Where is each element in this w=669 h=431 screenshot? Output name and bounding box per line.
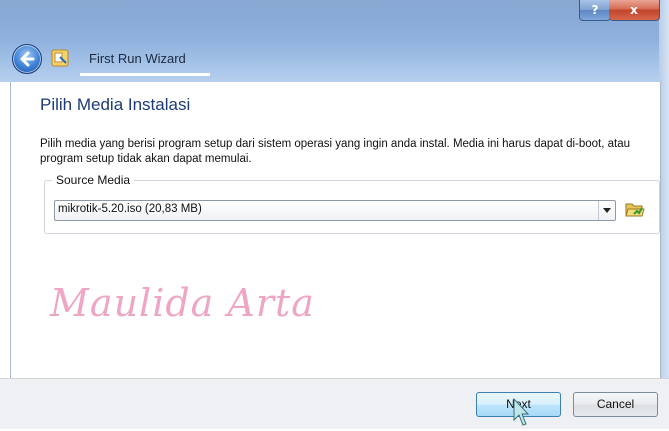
title-underline [80, 73, 210, 76]
source-media-legend: Source Media [52, 173, 135, 187]
help-button[interactable]: ? [579, 0, 611, 21]
page-description: Pilih media yang berisi program setup da… [40, 138, 631, 165]
watermark-text: Maulida Arta [50, 281, 315, 325]
button-bar [0, 378, 669, 429]
close-button[interactable]: x [609, 0, 660, 21]
window-titlebar [0, 0, 669, 82]
wizard-app-icon [51, 49, 69, 67]
source-media-select[interactable]: mikrotik-5.20.iso (20,83 MB) [54, 200, 616, 221]
window-title: First Run Wizard [89, 51, 186, 66]
back-arrow-icon[interactable] [12, 44, 42, 74]
page-title: Pilih Media Instalasi [40, 95, 191, 114]
chevron-down-icon[interactable] [598, 201, 615, 220]
open-folder-icon[interactable] [625, 200, 645, 219]
source-media-selected: mikrotik-5.20.iso (20,83 MB) [58, 203, 202, 215]
mouse-pointer-icon [513, 397, 530, 431]
cancel-button[interactable]: Cancel [573, 392, 658, 417]
